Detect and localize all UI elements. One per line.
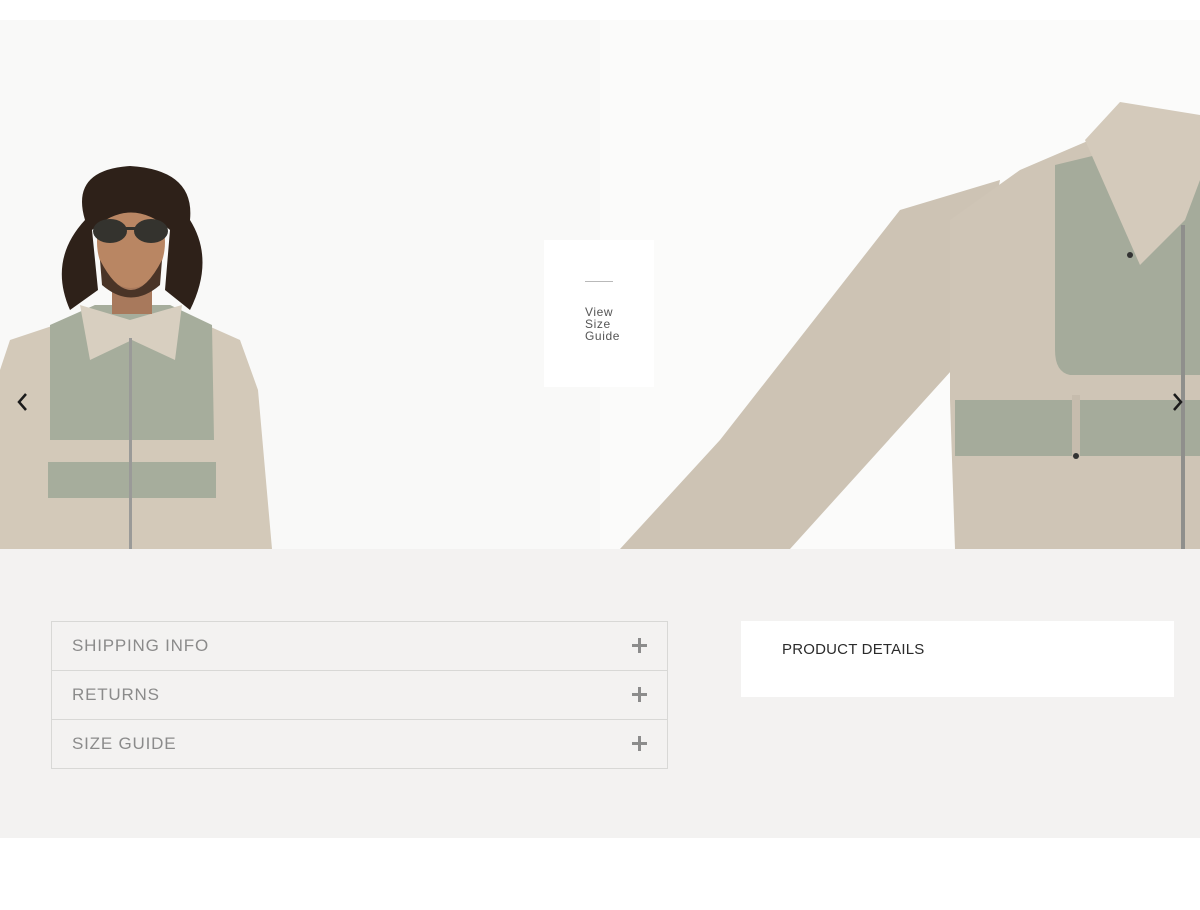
plus-icon[interactable] [631,735,649,753]
accordion-label: RETURNS [72,685,160,704]
accordion-label: SIZE GUIDE [72,734,177,753]
accordion-label: SHIPPING INFO [72,636,209,655]
accordion-returns[interactable]: RETURNS [52,670,667,719]
product-image-gallery[interactable]: View Size Guide [0,20,1200,549]
plus-icon[interactable] [631,686,649,704]
accordion-size-guide[interactable]: SIZE GUIDE [52,719,667,768]
product-photo-flatlay [600,20,1200,549]
product-photo-model [0,20,600,549]
gallery-prev-button[interactable] [11,390,35,414]
product-info-section: SHIPPING INFO RETURNS SIZE GUIDE PRODUCT… [0,549,1200,838]
info-accordion: SHIPPING INFO RETURNS SIZE GUIDE [51,621,668,769]
chevron-right-icon [1173,393,1183,411]
size-guide-divider [585,281,613,282]
accordion-shipping-info[interactable]: SHIPPING INFO [52,622,667,670]
gallery-next-button[interactable] [1165,390,1189,414]
chevron-left-icon [17,393,27,411]
view-size-guide-link[interactable]: View Size Guide [585,306,635,342]
product-page: View Size Guide SHIPPING INFO RETURNS SI… [0,0,1200,910]
plus-icon[interactable] [631,637,649,655]
jacket-flatlay-image [620,102,1200,549]
size-guide-card[interactable]: View Size Guide [544,240,654,387]
product-details-panel[interactable]: PRODUCT DETAILS [741,621,1174,697]
model-wearing-jacket-image [0,166,272,549]
product-details-title: PRODUCT DETAILS [782,641,925,658]
